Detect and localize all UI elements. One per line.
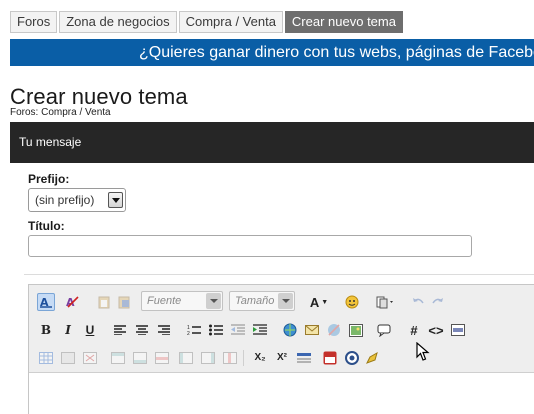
- toolbar-separator: [243, 350, 244, 366]
- table-icon[interactable]: [37, 349, 55, 367]
- breadcrumb-zona-de-negocios[interactable]: Zona de negocios: [59, 11, 177, 33]
- email-icon[interactable]: [303, 321, 321, 339]
- svg-text:2: 2: [187, 331, 190, 336]
- image-icon[interactable]: [347, 321, 365, 339]
- divider: [24, 274, 534, 275]
- horizontal-rule-icon[interactable]: [295, 349, 313, 367]
- title-label: Título:: [28, 219, 65, 233]
- prefix-label: Prefijo:: [28, 172, 70, 186]
- breadcrumb-current: Crear nuevo tema: [284, 11, 403, 33]
- undo-icon[interactable]: [409, 293, 427, 311]
- promo-banner-text: ¿Quieres ganar dinero con tus webs, pági…: [139, 44, 534, 61]
- superscript-button[interactable]: X²: [273, 349, 291, 367]
- breadcrumb-foros[interactable]: Foros: [10, 11, 58, 33]
- smiley-icon[interactable]: [343, 293, 361, 311]
- bold-button[interactable]: B: [37, 321, 55, 339]
- message-textarea[interactable]: [29, 374, 534, 414]
- row-before-icon[interactable]: [109, 349, 127, 367]
- message-section-label: Tu mensaje: [19, 135, 82, 149]
- outdent-icon[interactable]: [229, 321, 247, 339]
- chevron-down-icon: [278, 293, 293, 309]
- font-style-icon[interactable]: A: [37, 293, 55, 311]
- breadcrumb: Foros Zona de negocios Compra / Venta Cr…: [10, 11, 403, 33]
- hash-button[interactable]: #: [405, 321, 423, 339]
- text-color-button[interactable]: A ▼: [307, 293, 331, 311]
- user-icon[interactable]: [363, 349, 381, 367]
- font-family-select[interactable]: Fuente: [141, 291, 223, 311]
- link-icon[interactable]: [281, 321, 299, 339]
- indent-icon[interactable]: [251, 321, 269, 339]
- page-path: Foros: Compra / Venta: [10, 107, 111, 118]
- editor-toolbar: A A Fuente Tamaño A ▼ B I U 1 2 # <> X₂ …: [29, 285, 534, 373]
- font-size-select[interactable]: Tamaño: [229, 291, 295, 311]
- font-size-placeholder: Tamaño: [235, 295, 275, 307]
- message-editor: A A Fuente Tamaño A ▼ B I U 1 2 # <> X₂ …: [28, 284, 534, 414]
- italic-button[interactable]: I: [59, 321, 77, 339]
- text-color-icon: A: [309, 294, 320, 310]
- subscript-button[interactable]: X₂: [251, 349, 269, 367]
- align-right-icon[interactable]: [155, 321, 173, 339]
- row-after-icon[interactable]: [131, 349, 149, 367]
- paste-icon[interactable]: [95, 293, 113, 311]
- media-icon[interactable]: [375, 293, 397, 311]
- chevron-down-icon: [206, 293, 221, 309]
- mouse-cursor-icon: [416, 342, 430, 361]
- align-center-icon[interactable]: [133, 321, 151, 339]
- code-button[interactable]: <>: [427, 321, 445, 339]
- svg-text:A: A: [66, 296, 75, 309]
- unlink-icon[interactable]: [325, 321, 343, 339]
- ordered-list-icon[interactable]: 12: [185, 321, 203, 339]
- col-before-icon[interactable]: [177, 349, 195, 367]
- chevron-down-icon: ▼: [321, 298, 329, 306]
- paste-word-icon[interactable]: [115, 293, 133, 311]
- align-left-icon[interactable]: [111, 321, 129, 339]
- col-after-icon[interactable]: [199, 349, 217, 367]
- breadcrumb-compra-venta[interactable]: Compra / Venta: [178, 11, 283, 33]
- spoiler-icon[interactable]: [343, 349, 361, 367]
- quote-icon[interactable]: [375, 321, 393, 339]
- prefix-select-value: (sin prefijo): [35, 193, 95, 207]
- delete-col-icon[interactable]: [221, 349, 239, 367]
- underline-button[interactable]: U: [81, 321, 99, 339]
- title-input[interactable]: [28, 235, 472, 257]
- delete-row-icon[interactable]: [153, 349, 171, 367]
- redo-icon[interactable]: [429, 293, 447, 311]
- delete-table-icon[interactable]: [81, 349, 99, 367]
- font-family-placeholder: Fuente: [147, 295, 182, 307]
- remove-format-icon[interactable]: A: [63, 293, 81, 311]
- unordered-list-icon[interactable]: [207, 321, 225, 339]
- chevron-down-icon: [108, 192, 123, 208]
- prefix-select[interactable]: (sin prefijo): [28, 188, 126, 212]
- table-properties-icon[interactable]: [59, 349, 77, 367]
- php-icon[interactable]: [449, 321, 467, 339]
- promo-banner[interactable]: ¿Quieres ganar dinero con tus webs, pági…: [10, 39, 534, 66]
- message-section-header: Tu mensaje: [10, 122, 534, 163]
- youtube-icon[interactable]: [321, 349, 339, 367]
